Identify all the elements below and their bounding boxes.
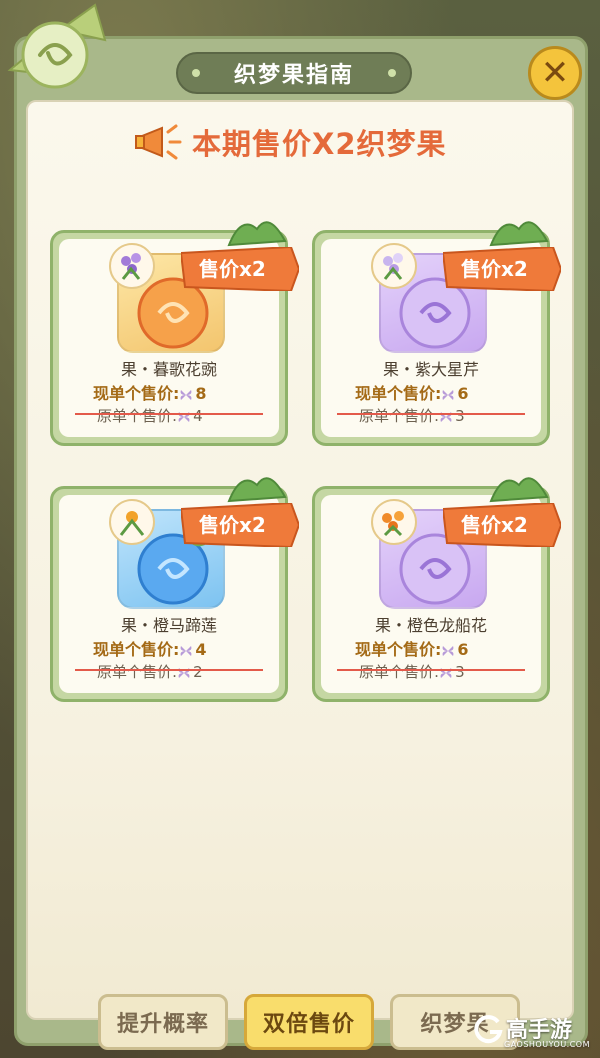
fruit-name: 果・橙马蹄莲 — [120, 616, 217, 635]
watermark-url: GAOSHOUYOU.COM — [504, 1040, 591, 1049]
butterfly-coin-icon — [178, 667, 190, 678]
sell-x2-label: 售价x2 — [461, 513, 528, 537]
sell-x2-tag: 售价x2 — [181, 247, 299, 291]
flower-icon — [371, 243, 417, 289]
butterfly-coin-icon — [178, 411, 190, 422]
tab-label: 提升概率 — [116, 1012, 209, 1037]
original-price: 原单个售价: 4 — [97, 407, 203, 425]
flower-icon — [109, 243, 155, 289]
watermark: 高手游 GAOSHOUYOU.COM — [470, 1008, 598, 1056]
tab-label: 双倍售价 — [262, 1012, 355, 1037]
sell-x2-label: 售价x2 — [461, 257, 528, 281]
page-title-text: 织梦果指南 — [233, 63, 354, 88]
leaf-icon — [489, 221, 549, 247]
fruit-name: 果・橙色龙船花 — [374, 616, 487, 635]
close-icon: ✕ — [540, 53, 570, 93]
fruit-card[interactable]: 售价x2 果・紫大星芹 现单个售价: 6 原单个售价: 3 — [312, 221, 561, 446]
original-price: 原单个售价: 3 — [359, 407, 465, 425]
sell-x2-label: 售价x2 — [199, 513, 266, 537]
headline-text: 本期售价X2织梦果 — [192, 127, 447, 161]
fruit-card[interactable]: 售价x2 果・暮歌花豌 现单个售价: 8 原单个售价: 4 — [50, 221, 299, 446]
leaf-icon — [489, 477, 549, 503]
leaf-icon — [227, 477, 287, 503]
butterfly-coin-icon — [180, 645, 192, 656]
fruit-card[interactable]: 售价x2 果・橙马蹄莲 现单个售价: 4 原单个售价: 2 — [50, 477, 299, 702]
strikethrough-line — [75, 413, 263, 415]
fruit-name: 果・暮歌花豌 — [120, 360, 217, 379]
strikethrough-line — [75, 669, 263, 671]
sell-x2-tag: 售价x2 — [443, 503, 561, 547]
current-price: 现单个售价: 6 — [355, 384, 469, 403]
sell-x2-tag: 售价x2 — [443, 247, 561, 291]
leaf-icon — [227, 221, 287, 247]
sell-x2-tag: 售价x2 — [181, 503, 299, 547]
current-price: 现单个售价: 4 — [93, 640, 207, 659]
ribbon-candy-icon — [7, 3, 107, 89]
close-button[interactable]: ✕ — [528, 46, 582, 100]
flower-icon — [371, 499, 417, 545]
tab-double-price[interactable]: 双倍售价 — [244, 994, 374, 1050]
fruit-name: 果・紫大星芹 — [382, 360, 479, 379]
butterfly-coin-icon — [442, 645, 454, 656]
strikethrough-line — [337, 413, 525, 415]
headline: 本期售价X2织梦果 — [130, 118, 490, 166]
butterfly-coin-icon — [440, 411, 452, 422]
title-dot-left — [192, 69, 200, 77]
flower-icon — [109, 499, 155, 545]
butterfly-coin-icon — [440, 667, 452, 678]
title-dot-right — [388, 69, 396, 77]
tab-boost-probability[interactable]: 提升概率 — [98, 994, 228, 1050]
fruit-card[interactable]: 售价x2 果・橙色龙船花 现单个售价: 6 原单个售价: 3 — [312, 477, 561, 702]
megaphone-icon — [135, 124, 182, 160]
current-price: 现单个售价: 8 — [93, 384, 207, 403]
strikethrough-line — [337, 669, 525, 671]
sell-x2-label: 售价x2 — [199, 257, 266, 281]
page-title: 织梦果指南 — [176, 52, 412, 94]
original-price: 原单个售价: 2 — [97, 663, 203, 681]
current-price: 现单个售价: 6 — [355, 640, 469, 659]
watermark-logo-icon — [474, 1015, 503, 1044]
original-price: 原单个售价: 3 — [359, 663, 465, 681]
butterfly-coin-icon — [180, 389, 192, 400]
butterfly-coin-icon — [442, 389, 454, 400]
